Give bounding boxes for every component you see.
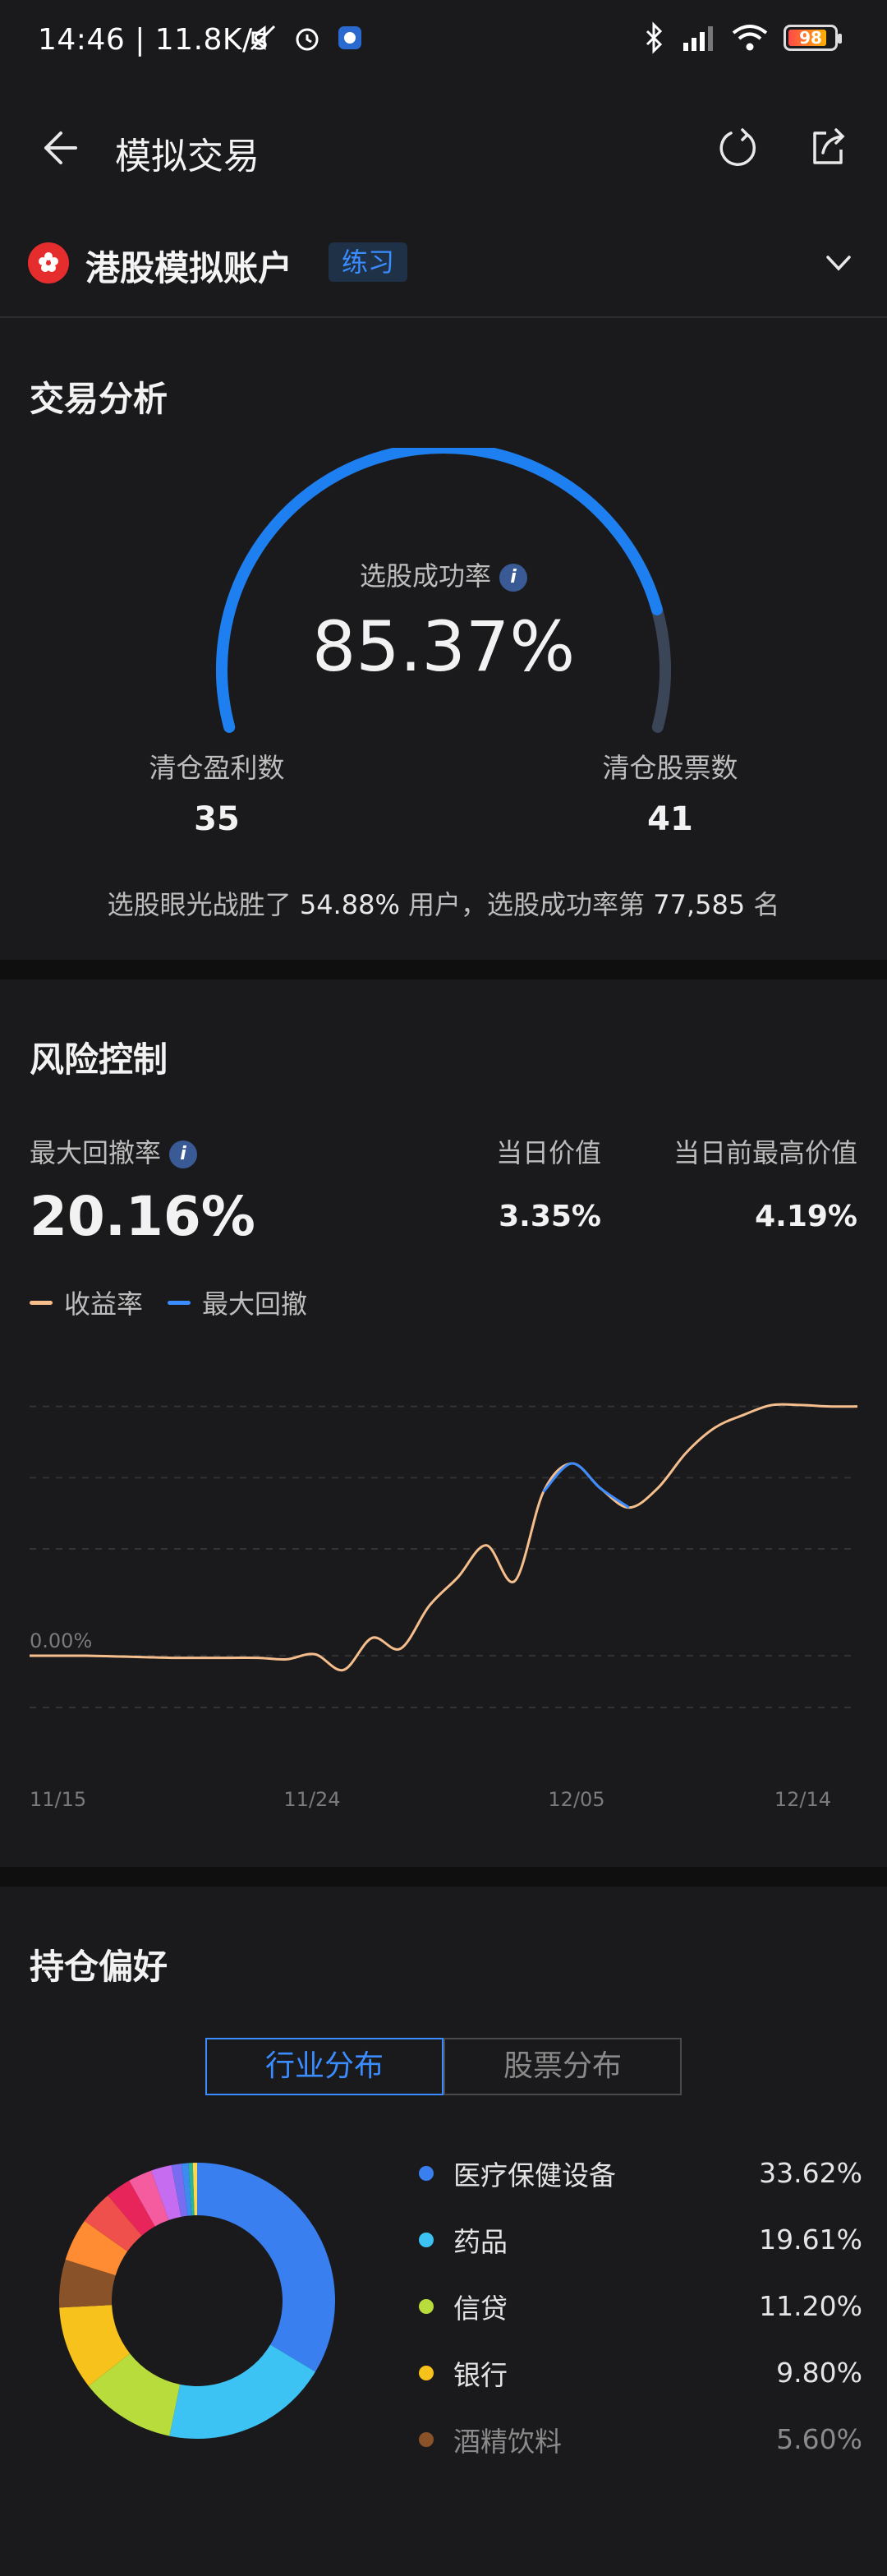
cleared-stat: 清仓股票数 41 bbox=[547, 746, 793, 838]
legend-return[interactable]: 收益率 bbox=[30, 1283, 143, 1321]
wifi-icon bbox=[732, 25, 768, 51]
x-tick-label: 12/05 bbox=[548, 1788, 604, 1811]
success-rate-value: 85.37% bbox=[311, 606, 576, 687]
x-tick-label: 11/24 bbox=[283, 1788, 340, 1811]
info-icon[interactable]: i bbox=[499, 564, 527, 592]
app-notification-icon bbox=[338, 26, 361, 49]
max-drawdown: 最大回撤率 i 20.16% bbox=[30, 1137, 255, 1248]
status-bar: 14:46 | 11.8K/s 98 bbox=[0, 0, 887, 82]
bluetooth-icon bbox=[646, 21, 663, 54]
donut-slice[interactable] bbox=[197, 2163, 335, 2372]
mute-icon bbox=[250, 25, 276, 51]
tab-industry[interactable]: 行业分布 bbox=[205, 2038, 444, 2095]
donut-slice[interactable] bbox=[169, 2344, 316, 2439]
page-title: 模拟交易 bbox=[115, 136, 260, 177]
x-tick-label: 12/14 bbox=[774, 1788, 831, 1811]
legend-dot bbox=[419, 2298, 434, 2314]
refresh-icon[interactable] bbox=[713, 123, 762, 173]
list-item[interactable]: 医疗保健设备 33.62% bbox=[419, 2140, 862, 2206]
industry-list: 医疗保健设备 33.62% 药品 19.61% 信贷 11.20% 银行 9.8… bbox=[419, 2140, 862, 2472]
legend-dot bbox=[419, 2232, 434, 2247]
today-value: 当日价值 3.35% bbox=[495, 1137, 601, 1233]
account-selector[interactable]: 港股模拟账户 练习 bbox=[0, 218, 887, 318]
chevron-down-icon[interactable] bbox=[818, 242, 859, 283]
legend-swatch bbox=[30, 1300, 53, 1305]
return-series-line bbox=[30, 1403, 858, 1672]
share-icon[interactable] bbox=[803, 123, 853, 173]
legend-dot bbox=[419, 2165, 434, 2181]
holdings-title: 持仓偏好 bbox=[30, 1947, 168, 1987]
list-item[interactable]: 信贷 11.20% bbox=[419, 2273, 862, 2339]
rank-number: 77,585 bbox=[653, 889, 746, 920]
chart-legend: 收益率 最大回撤 bbox=[30, 1283, 307, 1321]
risk-control-title: 风险控制 bbox=[30, 1039, 168, 1080]
trade-analysis-title: 交易分析 bbox=[30, 379, 168, 419]
industry-donut-chart bbox=[59, 2163, 335, 2439]
status-time: 14:46 | 11.8K/s bbox=[38, 23, 269, 57]
x-tick-label: 11/15 bbox=[30, 1788, 86, 1811]
return-line-chart: 0.00% 11/15 11/24 12/05 12/14 bbox=[30, 1403, 858, 1811]
nav-bar: 模拟交易 bbox=[0, 99, 887, 197]
legend-drawdown[interactable]: 最大回撤 bbox=[168, 1283, 307, 1321]
max-drawdown-value: 20.16% bbox=[30, 1185, 255, 1248]
cleared-label: 清仓股票数 bbox=[602, 752, 738, 784]
section-divider bbox=[0, 1867, 887, 1887]
rank-summary: 选股眼光战胜了 54.88% 用户，选股成功率第 77,585 名 bbox=[107, 889, 780, 920]
legend-dot bbox=[419, 2365, 434, 2380]
success-rate-gauge bbox=[216, 448, 671, 733]
account-name: 港股模拟账户 bbox=[85, 248, 293, 288]
profit-stat: 清仓盈利数 35 bbox=[94, 746, 340, 838]
success-rate-label: 选股成功率 i bbox=[0, 555, 887, 593]
legend-dot bbox=[419, 2431, 434, 2447]
legend-swatch bbox=[168, 1300, 191, 1305]
y-tick-label: 0.00% bbox=[30, 1629, 92, 1652]
section-divider bbox=[0, 960, 887, 979]
highest-value: 当日前最高价值 4.19% bbox=[673, 1137, 857, 1233]
battery-level: 98 bbox=[799, 28, 822, 48]
status-left-icons bbox=[246, 21, 365, 54]
tab-stocks[interactable]: 股票分布 bbox=[444, 2038, 682, 2095]
rank-percent: 54.88% bbox=[299, 889, 400, 920]
list-item[interactable]: 药品 19.61% bbox=[419, 2206, 862, 2273]
profit-count: 35 bbox=[194, 800, 240, 838]
list-item[interactable]: 银行 9.80% bbox=[419, 2339, 862, 2406]
back-arrow-icon[interactable] bbox=[33, 123, 82, 173]
practice-badge: 练习 bbox=[329, 242, 408, 282]
distribution-tabs: 行业分布 股票分布 bbox=[205, 2038, 682, 2095]
status-right-icons: 98 bbox=[642, 21, 842, 54]
info-icon[interactable]: i bbox=[169, 1141, 198, 1168]
profit-label: 清仓盈利数 bbox=[149, 752, 285, 784]
alarm-icon bbox=[296, 28, 319, 51]
battery-icon: 98 bbox=[784, 25, 842, 51]
cleared-count: 41 bbox=[647, 800, 693, 838]
signal-icon bbox=[683, 26, 713, 51]
list-item[interactable]: 酒精饮料 5.60% bbox=[419, 2406, 862, 2472]
hong-kong-flag-icon bbox=[28, 242, 69, 283]
